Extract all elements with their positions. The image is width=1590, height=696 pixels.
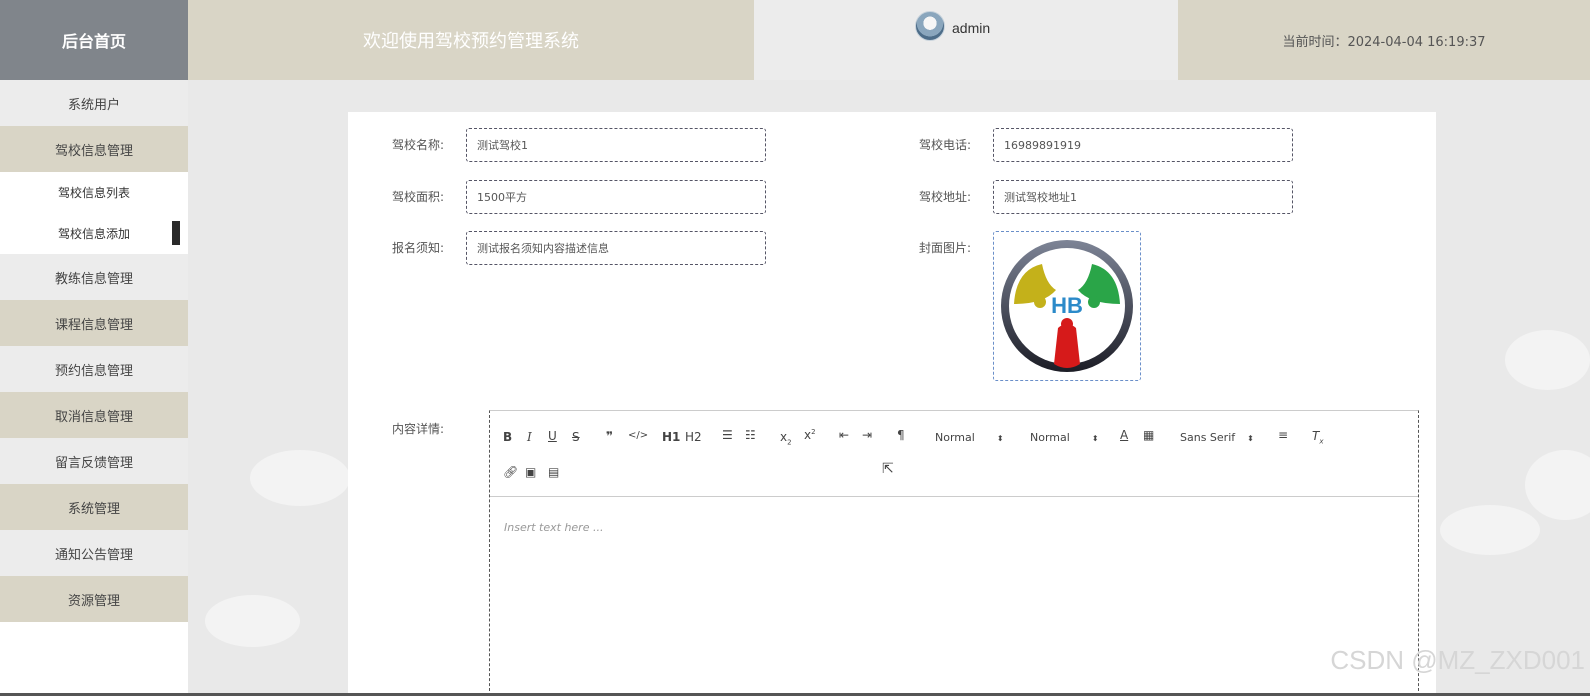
- welcome-banner: 欢迎使用驾校预约管理系统: [188, 0, 754, 80]
- current-time-text: 当前时间：2024-04-04 16:19:37: [1282, 34, 1486, 50]
- user-panel: admin: [754, 0, 1178, 80]
- school-name-label: 驾校名称:: [392, 138, 445, 152]
- font-color-icon[interactable]: A: [1120, 428, 1128, 442]
- steering-wheel-logo: HB: [1001, 240, 1133, 372]
- header-select[interactable]: Normal ⬍: [1030, 431, 1099, 444]
- select-arrow-icon: ⬍: [1247, 434, 1254, 443]
- size-select-value: Normal: [935, 431, 975, 444]
- text-direction-icon[interactable]: ¶: [897, 428, 905, 442]
- current-time: 当前时间：2024-04-04 16:19:37: [1178, 0, 1590, 80]
- editor-placeholder[interactable]: Insert text here ...: [504, 521, 603, 534]
- logo-text: HB: [1051, 293, 1083, 318]
- sidebar-item-notice[interactable]: 通知公告管理: [0, 530, 188, 576]
- image-icon[interactable]: ▣: [525, 465, 536, 479]
- content-detail-label: 内容详情:: [392, 422, 445, 436]
- school-name-field[interactable]: 测试驾校1: [466, 128, 766, 162]
- superscript-icon[interactable]: x2: [804, 428, 816, 442]
- school-phone-label: 驾校电话:: [919, 138, 972, 152]
- sidebar-item-label: 通知公告管理: [54, 547, 133, 563]
- align-icon[interactable]: ≡: [1278, 428, 1288, 442]
- sidebar-item-label: 驾校信息管理: [54, 143, 133, 159]
- link-icon[interactable]: 🔗︎: [503, 465, 518, 479]
- admin-home-title: 后台首页: [61, 32, 126, 51]
- header-2-icon[interactable]: H2: [685, 430, 702, 444]
- bullet-list-icon[interactable]: ☷: [745, 428, 756, 442]
- sidebar-item-system-manage[interactable]: 系统管理: [0, 484, 188, 530]
- sidebar-item-label: 驾校信息添加: [57, 227, 130, 241]
- school-area-label: 驾校面积:: [392, 190, 445, 204]
- sidebar-item-label: 资源管理: [67, 593, 120, 609]
- bg-blob: [205, 595, 300, 647]
- strikethrough-icon[interactable]: S: [572, 430, 580, 444]
- editor-toolbar: B I U S ❞ </> H1 H2 ☰ ☷ x2 x2 ⇤ ⇥ ¶ Norm…: [490, 411, 1418, 497]
- user-avatar[interactable]: [915, 11, 945, 41]
- underline-icon[interactable]: U: [548, 429, 557, 443]
- signup-notice-field[interactable]: 测试报名须知内容描述信息: [466, 231, 766, 265]
- welcome-text: 欢迎使用驾校预约管理系统: [363, 31, 579, 52]
- sidebar: 系统用户 驾校信息管理 驾校信息列表 驾校信息添加 教练信息管理 课程信息管理 …: [0, 80, 188, 696]
- sidebar-item-feedback[interactable]: 留言反馈管理: [0, 438, 188, 484]
- signup-notice-label: 报名须知:: [392, 241, 445, 255]
- form-card: 驾校名称: 测试驾校1 驾校电话: 16989891919 驾校面积: 1500…: [348, 112, 1436, 696]
- sidebar-item-booking[interactable]: 预约信息管理: [0, 346, 188, 392]
- rich-text-editor: B I U S ❞ </> H1 H2 ☰ ☷ x2 x2 ⇤ ⇥ ¶ Norm…: [489, 410, 1419, 696]
- school-address-label: 驾校地址:: [919, 190, 972, 204]
- sidebar-item-label: 教练信息管理: [54, 271, 133, 287]
- sidebar-item-label: 留言反馈管理: [54, 455, 133, 471]
- font-select-value: Sans Serif: [1180, 431, 1236, 444]
- sidebar-subitem-school-list[interactable]: 驾校信息列表: [0, 172, 188, 213]
- active-indicator: [172, 221, 180, 245]
- cover-image-upload[interactable]: HB: [993, 231, 1141, 381]
- bg-blob: [250, 450, 350, 506]
- admin-home-link[interactable]: 后台首页: [0, 0, 188, 80]
- school-address-field[interactable]: 测试驾校地址1: [993, 180, 1293, 214]
- sidebar-item-label: 驾校信息列表: [57, 186, 130, 200]
- sidebar-item-coach[interactable]: 教练信息管理: [0, 254, 188, 300]
- subscript-icon[interactable]: x2: [780, 430, 792, 446]
- sidebar-item-label: 系统用户: [67, 97, 120, 113]
- watermark: CSDN @MZ_ZXD001: [1330, 645, 1585, 675]
- sidebar-subitem-school-add[interactable]: 驾校信息添加: [0, 213, 188, 254]
- sidebar-item-label: 预约信息管理: [54, 363, 133, 379]
- cover-image-label: 封面图片:: [919, 241, 972, 255]
- indent-icon[interactable]: ⇥: [862, 428, 872, 442]
- italic-icon[interactable]: I: [527, 430, 532, 444]
- size-select[interactable]: Normal ⬍: [935, 431, 1004, 444]
- sidebar-item-label: 系统管理: [67, 501, 120, 517]
- sidebar-item-cancel[interactable]: 取消信息管理: [0, 392, 188, 438]
- sidebar-item-system-users[interactable]: 系统用户: [0, 80, 188, 126]
- ordered-list-icon[interactable]: ☰: [722, 428, 733, 442]
- code-block-icon[interactable]: </>: [628, 430, 648, 441]
- font-select[interactable]: Sans Serif ⬍: [1180, 431, 1254, 444]
- mouse-cursor-icon: ⇱: [882, 461, 894, 477]
- sidebar-item-course[interactable]: 课程信息管理: [0, 300, 188, 346]
- sidebar-item-school-info[interactable]: 驾校信息管理: [0, 126, 188, 172]
- sidebar-item-resource[interactable]: 资源管理: [0, 576, 188, 622]
- header-1-icon[interactable]: H1: [662, 430, 680, 444]
- username[interactable]: admin: [952, 20, 990, 36]
- school-phone-field[interactable]: 16989891919: [993, 128, 1293, 162]
- bg-blob: [1440, 505, 1540, 555]
- bg-blob: [1505, 330, 1590, 390]
- clear-format-icon[interactable]: Tx: [1312, 429, 1324, 445]
- bold-icon[interactable]: B: [503, 430, 512, 444]
- video-icon[interactable]: ▤: [548, 465, 559, 479]
- school-area-field[interactable]: 1500平方: [466, 180, 766, 214]
- header-select-value: Normal: [1030, 431, 1070, 444]
- blockquote-icon[interactable]: ❞: [606, 429, 613, 443]
- select-arrow-icon: ⬍: [1091, 434, 1099, 443]
- sidebar-item-label: 取消信息管理: [54, 409, 133, 425]
- outdent-icon[interactable]: ⇤: [839, 428, 849, 442]
- sidebar-item-label: 课程信息管理: [54, 317, 133, 333]
- select-arrow-icon: ⬍: [996, 434, 1004, 443]
- bg-blob: [1525, 450, 1590, 520]
- background-color-icon[interactable]: ▦: [1143, 428, 1154, 442]
